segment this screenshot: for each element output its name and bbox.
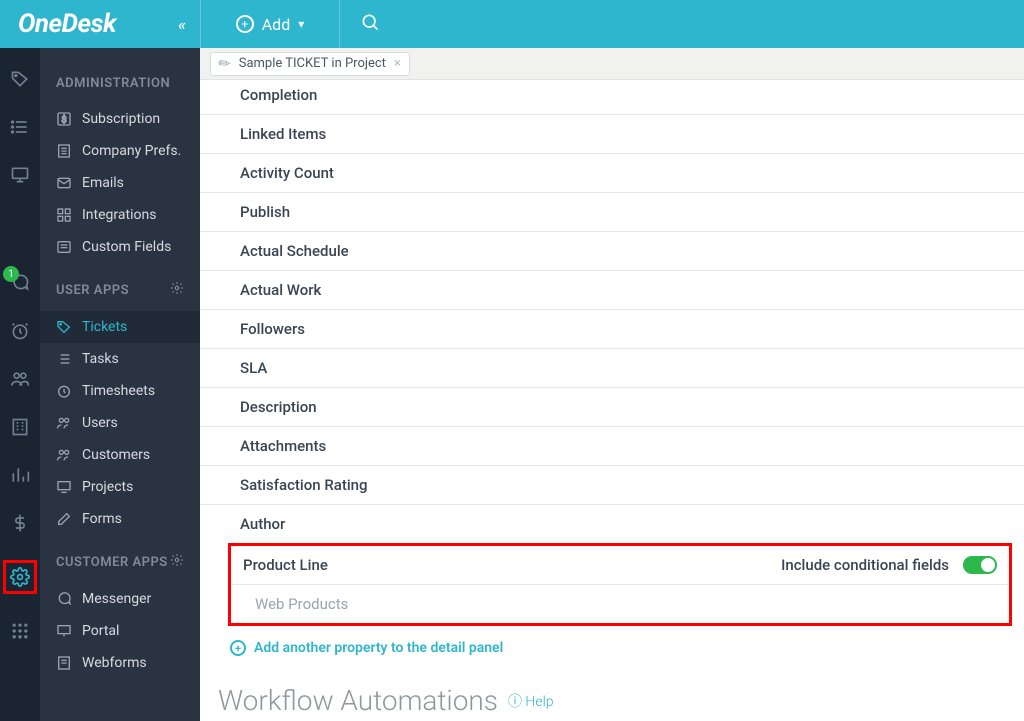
property-row[interactable]: Actual Work [200,271,1024,310]
rail-users-icon[interactable] [9,368,31,390]
add-button[interactable]: + Add ▾ [200,0,340,48]
document-tab[interactable]: ✎ Sample TICKET in Project × [210,52,410,76]
sidebar-item-users[interactable]: Users [40,407,200,439]
chat-icon [56,591,72,607]
search-icon [360,12,380,32]
plus-icon: + [236,15,254,33]
section-customer-apps: CUSTOMER APPS [40,535,200,583]
sidebar-item-subscription[interactable]: $Subscription [40,103,200,135]
list-icon [56,351,72,367]
badge-count: 1 [3,266,19,282]
section-administration: ADMINISTRATION [40,76,200,103]
chevron-down-icon: ▾ [298,17,304,31]
envelope-icon [56,175,72,191]
rail-monitor-icon[interactable] [9,164,31,186]
property-row[interactable]: Author [200,505,1024,543]
settings-rail-button[interactable] [3,560,37,594]
svg-text:$: $ [61,114,66,125]
product-line-row[interactable]: Product Line Include conditional fields [231,546,1009,585]
property-row[interactable]: Completion [200,80,1024,115]
conditional-fields-toggle[interactable] [963,556,997,574]
property-row[interactable]: Attachments [200,427,1024,466]
sidebar-item-integrations[interactable]: Integrations [40,199,200,231]
sidebar-item-projects[interactable]: Projects [40,471,200,503]
rail-list-icon[interactable] [9,116,31,138]
monitor-icon [56,479,72,495]
rail-apps-icon[interactable] [9,620,31,642]
property-row[interactable]: Actual Schedule [200,232,1024,271]
screen-icon [56,623,72,639]
product-line-block: Product Line Include conditional fields … [228,543,1012,626]
users-icon [56,447,72,463]
section-user-apps: USER APPS [40,263,200,311]
sidebar-item-tickets[interactable]: Tickets [40,311,200,343]
property-row[interactable]: Publish [200,193,1024,232]
brand-logo: OneDesk « [0,9,200,39]
close-icon[interactable]: × [394,56,401,71]
property-row[interactable]: Satisfaction Rating [200,466,1024,505]
conditional-fields-label: Include conditional fields [781,556,949,574]
dollar-box-icon: $ [56,111,72,127]
form-icon [56,655,72,671]
sidebar-item-timesheets[interactable]: Timesheets [40,375,200,407]
product-line-label: Product Line [243,556,328,574]
rail-chat-icon[interactable]: 1 [9,272,31,294]
gear-icon[interactable] [170,553,184,571]
sidebar-item-portal[interactable]: Portal [40,615,200,647]
sidebar-item-emails[interactable]: Emails [40,167,200,199]
tag-icon [56,319,72,335]
add-property-link[interactable]: + Add another property to the detail pan… [200,626,1024,666]
gear-icon [10,567,30,587]
help-link[interactable]: ⓘ Help [508,691,553,711]
property-row[interactable]: Linked Items [200,115,1024,154]
rail-clock-icon[interactable] [9,320,31,342]
sidebar-item-customers[interactable]: Customers [40,439,200,471]
sidebar-item-company-prefs[interactable]: Company Prefs. [40,135,200,167]
form-icon [56,239,72,255]
tab-label: Sample TICKET in Project [239,56,386,71]
search-button[interactable] [340,12,400,37]
property-row[interactable]: Followers [200,310,1024,349]
sidebar-item-messenger[interactable]: Messenger [40,583,200,615]
edit-icon [56,511,72,527]
sidebar-item-custom-fields[interactable]: Custom Fields [40,231,200,263]
add-label: Add [262,15,290,34]
rail-building-icon[interactable] [9,416,31,438]
property-row[interactable]: Activity Count [200,154,1024,193]
gear-icon[interactable] [170,281,184,299]
plus-icon: + [230,640,246,656]
users-icon [56,415,72,431]
sidebar-item-forms[interactable]: Forms [40,503,200,535]
main-content: ✎ Sample TICKET in Project × Completion … [200,48,1024,721]
rail-tag-icon[interactable] [9,68,31,90]
rail-chart-icon[interactable] [9,464,31,486]
rail-dollar-icon[interactable] [9,512,31,534]
sidebar-item-webforms[interactable]: Webforms [40,647,200,679]
clock-icon [56,383,72,399]
admin-sidebar: ADMINISTRATION $Subscription Company Pre… [40,48,200,721]
workflow-section-title: Workflow Automations ⓘ Help [200,666,1024,717]
product-line-option[interactable]: Web Products [231,585,1009,623]
building-icon [56,143,72,159]
link-icon [56,207,72,223]
icon-rail: 1 [0,48,40,721]
pin-icon: ✎ [215,54,234,74]
tab-bar: ✎ Sample TICKET in Project × [200,48,1024,80]
property-row[interactable]: SLA [200,349,1024,388]
collapse-sidebar-button[interactable]: « [178,15,186,34]
property-row[interactable]: Description [200,388,1024,427]
sidebar-item-tasks[interactable]: Tasks [40,343,200,375]
